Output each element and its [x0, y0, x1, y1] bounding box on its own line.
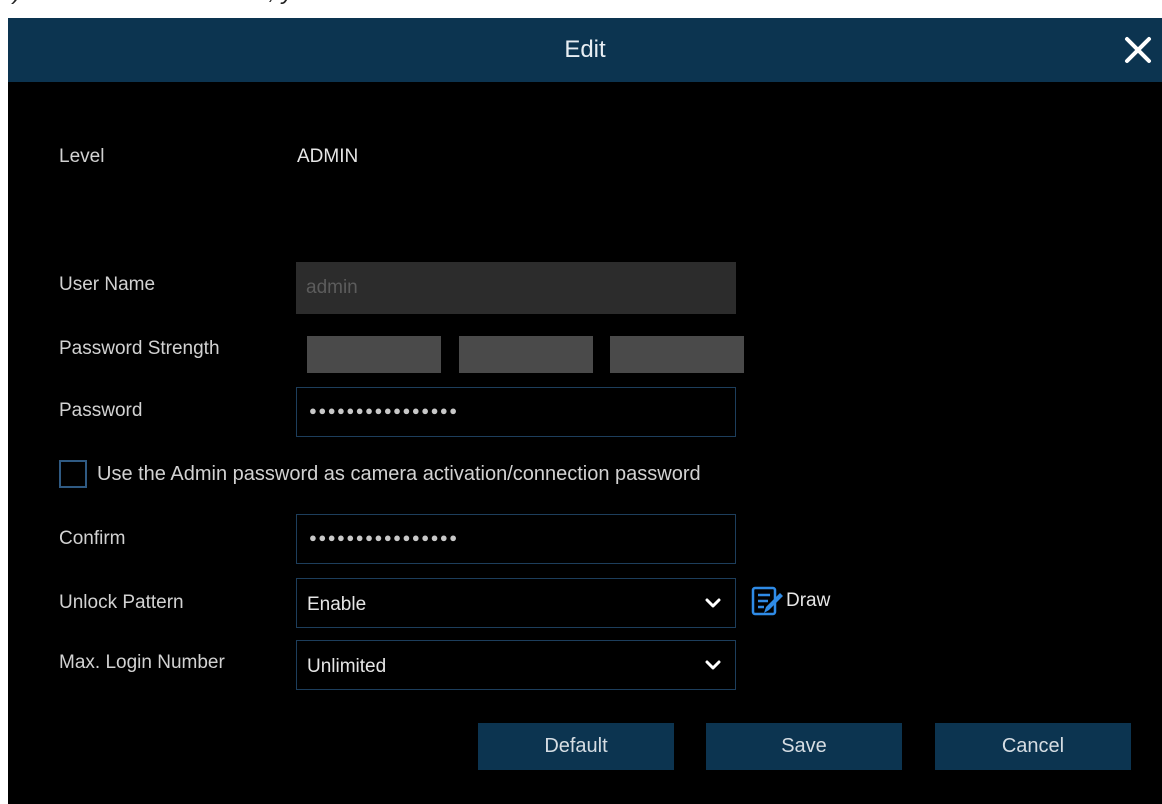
draw-label: Draw: [786, 590, 831, 611]
unlock-pattern-label: Unlock Pattern: [59, 592, 184, 613]
password-label: Password: [59, 400, 143, 421]
chevron-down-icon: [705, 598, 721, 608]
user-name-field: admin: [296, 262, 736, 314]
password-strength-label: Password Strength: [59, 338, 220, 359]
use-admin-password-checkbox[interactable]: [59, 460, 87, 488]
document-caption: 1) For the Admin account, you can:: [0, 0, 1162, 18]
password-field[interactable]: ●●●●●●●●●●●●●●●●: [296, 387, 736, 437]
edit-icon: [751, 586, 783, 616]
cancel-button[interactable]: Cancel: [935, 723, 1131, 770]
password-masked-value: ●●●●●●●●●●●●●●●●: [309, 403, 459, 418]
level-label: Level: [59, 146, 105, 167]
unlock-pattern-value: Enable: [307, 594, 367, 615]
level-value: ADMIN: [297, 146, 359, 167]
confirm-field[interactable]: ●●●●●●●●●●●●●●●●: [296, 514, 736, 564]
close-icon[interactable]: [1120, 32, 1156, 68]
draw-button[interactable]: Draw: [750, 584, 830, 618]
edit-dialog: Edit Level ADMIN User Name admin Passwor…: [8, 18, 1162, 804]
default-button[interactable]: Default: [478, 723, 674, 770]
max-login-select[interactable]: Unlimited: [296, 640, 736, 690]
user-name-label: User Name: [59, 274, 156, 295]
max-login-value: Unlimited: [307, 656, 387, 677]
password-strength-segment-3: [610, 336, 744, 373]
dialog-title: Edit: [564, 36, 606, 63]
password-strength-segment-1: [307, 336, 441, 373]
use-admin-password-label: Use the Admin password as camera activat…: [97, 463, 701, 485]
confirm-masked-value: ●●●●●●●●●●●●●●●●: [309, 530, 459, 545]
unlock-pattern-select[interactable]: Enable: [296, 578, 736, 628]
password-strength-segment-2: [459, 336, 593, 373]
dialog-title-bar: Edit: [8, 18, 1162, 82]
confirm-label: Confirm: [59, 528, 126, 549]
user-name-value: admin: [306, 277, 358, 298]
max-login-label: Max. Login Number: [59, 652, 225, 673]
chevron-down-icon: [705, 660, 721, 670]
save-button[interactable]: Save: [706, 723, 902, 770]
